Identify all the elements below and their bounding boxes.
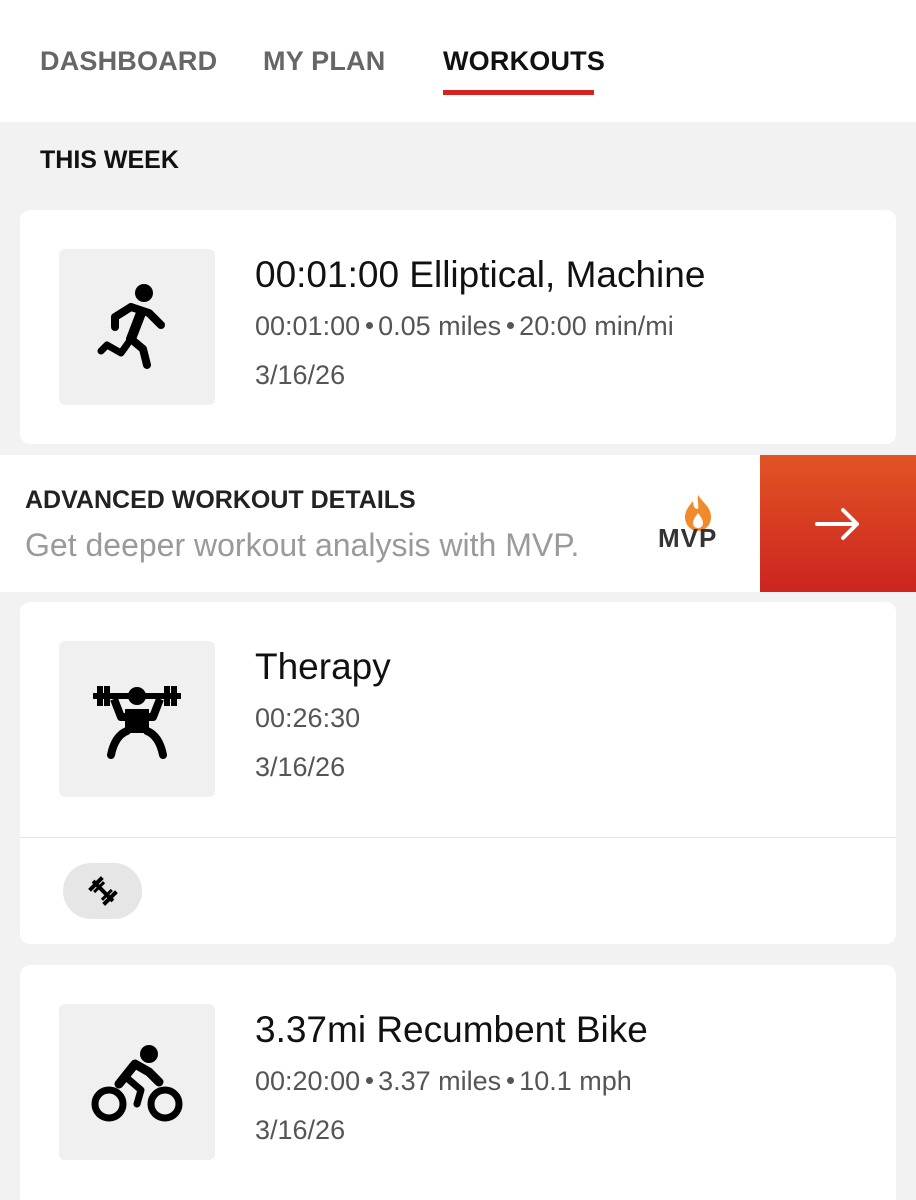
workout-icon-box (59, 249, 215, 405)
section-title: THIS WEEK (40, 146, 179, 174)
workout-distance: 3.37 miles (378, 1066, 502, 1096)
workout-card-therapy[interactable]: Therapy 00:26:30 3/16/26 (20, 602, 896, 944)
promo-subtitle: Get deeper workout analysis with MVP. (25, 527, 580, 563)
workout-title: 00:01:00 Elliptical, Machine (255, 254, 706, 295)
workout-stats: 00:20:00 3.37 miles 10.1 mph (255, 1066, 632, 1097)
workout-stats: 00:01:00 0.05 miles 20:00 min/mi (255, 311, 674, 342)
workout-date: 3/16/26 (255, 360, 346, 390)
separator-dot (366, 322, 374, 330)
workout-icon-box (59, 1004, 215, 1160)
workout-card-elliptical[interactable]: 00:01:00 Elliptical, Machine 00:01:00 0.0… (20, 210, 896, 444)
workout-duration: 00:26:30 (255, 703, 361, 733)
workout-tag-chip[interactable] (63, 863, 142, 919)
promo-title: ADVANCED WORKOUT DETAILS (25, 486, 416, 514)
promo-arrow-button[interactable] (760, 455, 916, 592)
workout-icon-box (59, 641, 215, 797)
tab-dashboard[interactable]: DASHBOARD (40, 46, 217, 77)
advanced-details-promo[interactable]: ADVANCED WORKOUT DETAILS Get deeper work… (0, 455, 916, 592)
separator-dot (507, 1077, 515, 1085)
card-divider (20, 837, 896, 838)
mvp-logo: MVP (658, 495, 740, 565)
tab-workouts[interactable]: WORKOUTS (443, 46, 605, 77)
workout-distance: 0.05 miles (378, 311, 502, 341)
workout-duration: 00:20:00 (255, 1066, 361, 1096)
workout-pace: 20:00 min/mi (519, 311, 674, 341)
top-tab-bar: DASHBOARD MY PLAN WORKOUTS (0, 0, 916, 122)
separator-dot (366, 1077, 374, 1085)
workout-duration: 00:01:00 (255, 311, 361, 341)
dumbbell-icon (87, 876, 118, 906)
workout-date: 3/16/26 (255, 1115, 346, 1145)
active-tab-indicator (443, 90, 594, 95)
workout-date: 3/16/26 (255, 752, 346, 782)
tab-my-plan[interactable]: MY PLAN (263, 46, 385, 77)
workout-speed: 10.1 mph (519, 1066, 632, 1096)
running-person-icon (97, 284, 165, 369)
workout-card-recumbent-bike[interactable]: 3.37mi Recumbent Bike 00:20:00 3.37 miles… (20, 965, 896, 1200)
cyclist-icon (91, 1045, 183, 1122)
separator-dot (507, 322, 515, 330)
workout-title: Therapy (255, 646, 391, 687)
arrow-right-icon (815, 507, 859, 540)
mvp-logo-text: MVP (658, 523, 718, 553)
weightlifter-icon (93, 686, 181, 759)
workout-title: 3.37mi Recumbent Bike (255, 1009, 648, 1050)
